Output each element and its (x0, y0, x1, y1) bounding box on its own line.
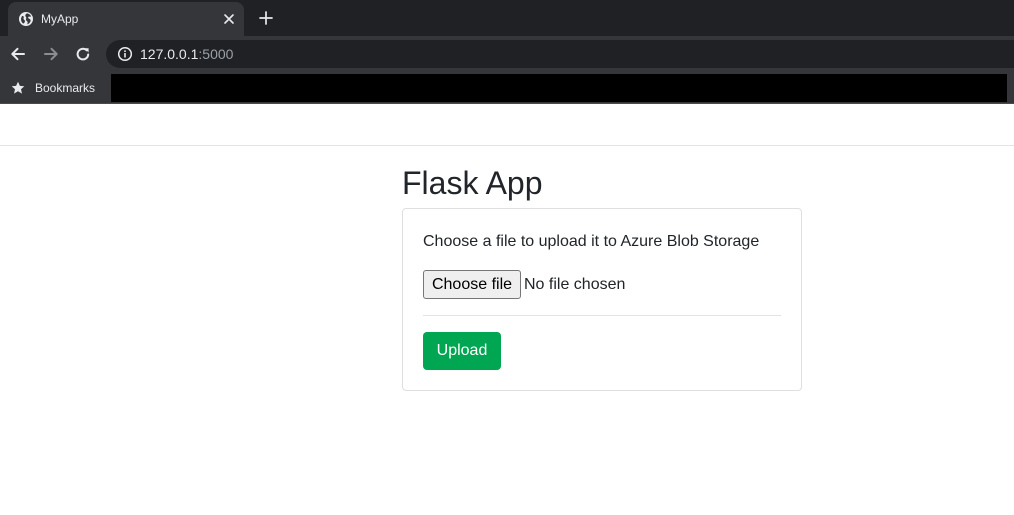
reload-icon[interactable] (74, 45, 92, 63)
browser-tab-strip: MyApp (0, 0, 1014, 36)
arrow-left-icon[interactable] (9, 45, 27, 63)
upload-card: Choose a file to upload it to Azure Blob… (402, 208, 802, 391)
close-icon[interactable] (222, 12, 236, 26)
address-bar[interactable]: 127.0.0.1:5000 (106, 40, 1014, 68)
page-viewport: Flask App Choose a file to upload it to … (0, 105, 1014, 515)
url-host: 127.0.0.1 (140, 46, 199, 62)
page-title: Flask App (402, 165, 543, 201)
tab-title: MyApp (41, 12, 79, 26)
upload-button[interactable]: Upload (423, 332, 501, 370)
info-icon[interactable] (117, 46, 133, 62)
redacted-bookmarks (111, 74, 1007, 102)
file-status-text: No file chosen (524, 276, 626, 293)
card-divider (423, 315, 781, 316)
browser-tab[interactable]: MyApp (8, 2, 244, 36)
browser-toolbar: 127.0.0.1:5000 (0, 36, 1014, 72)
url-port: :5000 (198, 46, 234, 62)
globe-icon (19, 12, 33, 26)
bookmarks-bar: Bookmarks (0, 72, 1014, 104)
navbar-divider (0, 145, 1014, 146)
choose-file-button[interactable]: Choose file (423, 270, 521, 299)
arrow-right-icon[interactable] (42, 45, 60, 63)
upload-instruction: Choose a file to upload it to Azure Blob… (423, 233, 760, 250)
url-text: 127.0.0.1:5000 (140, 46, 233, 62)
star-icon (11, 81, 25, 94)
bookmarks-label[interactable]: Bookmarks (35, 81, 95, 95)
plus-icon[interactable] (258, 10, 274, 26)
